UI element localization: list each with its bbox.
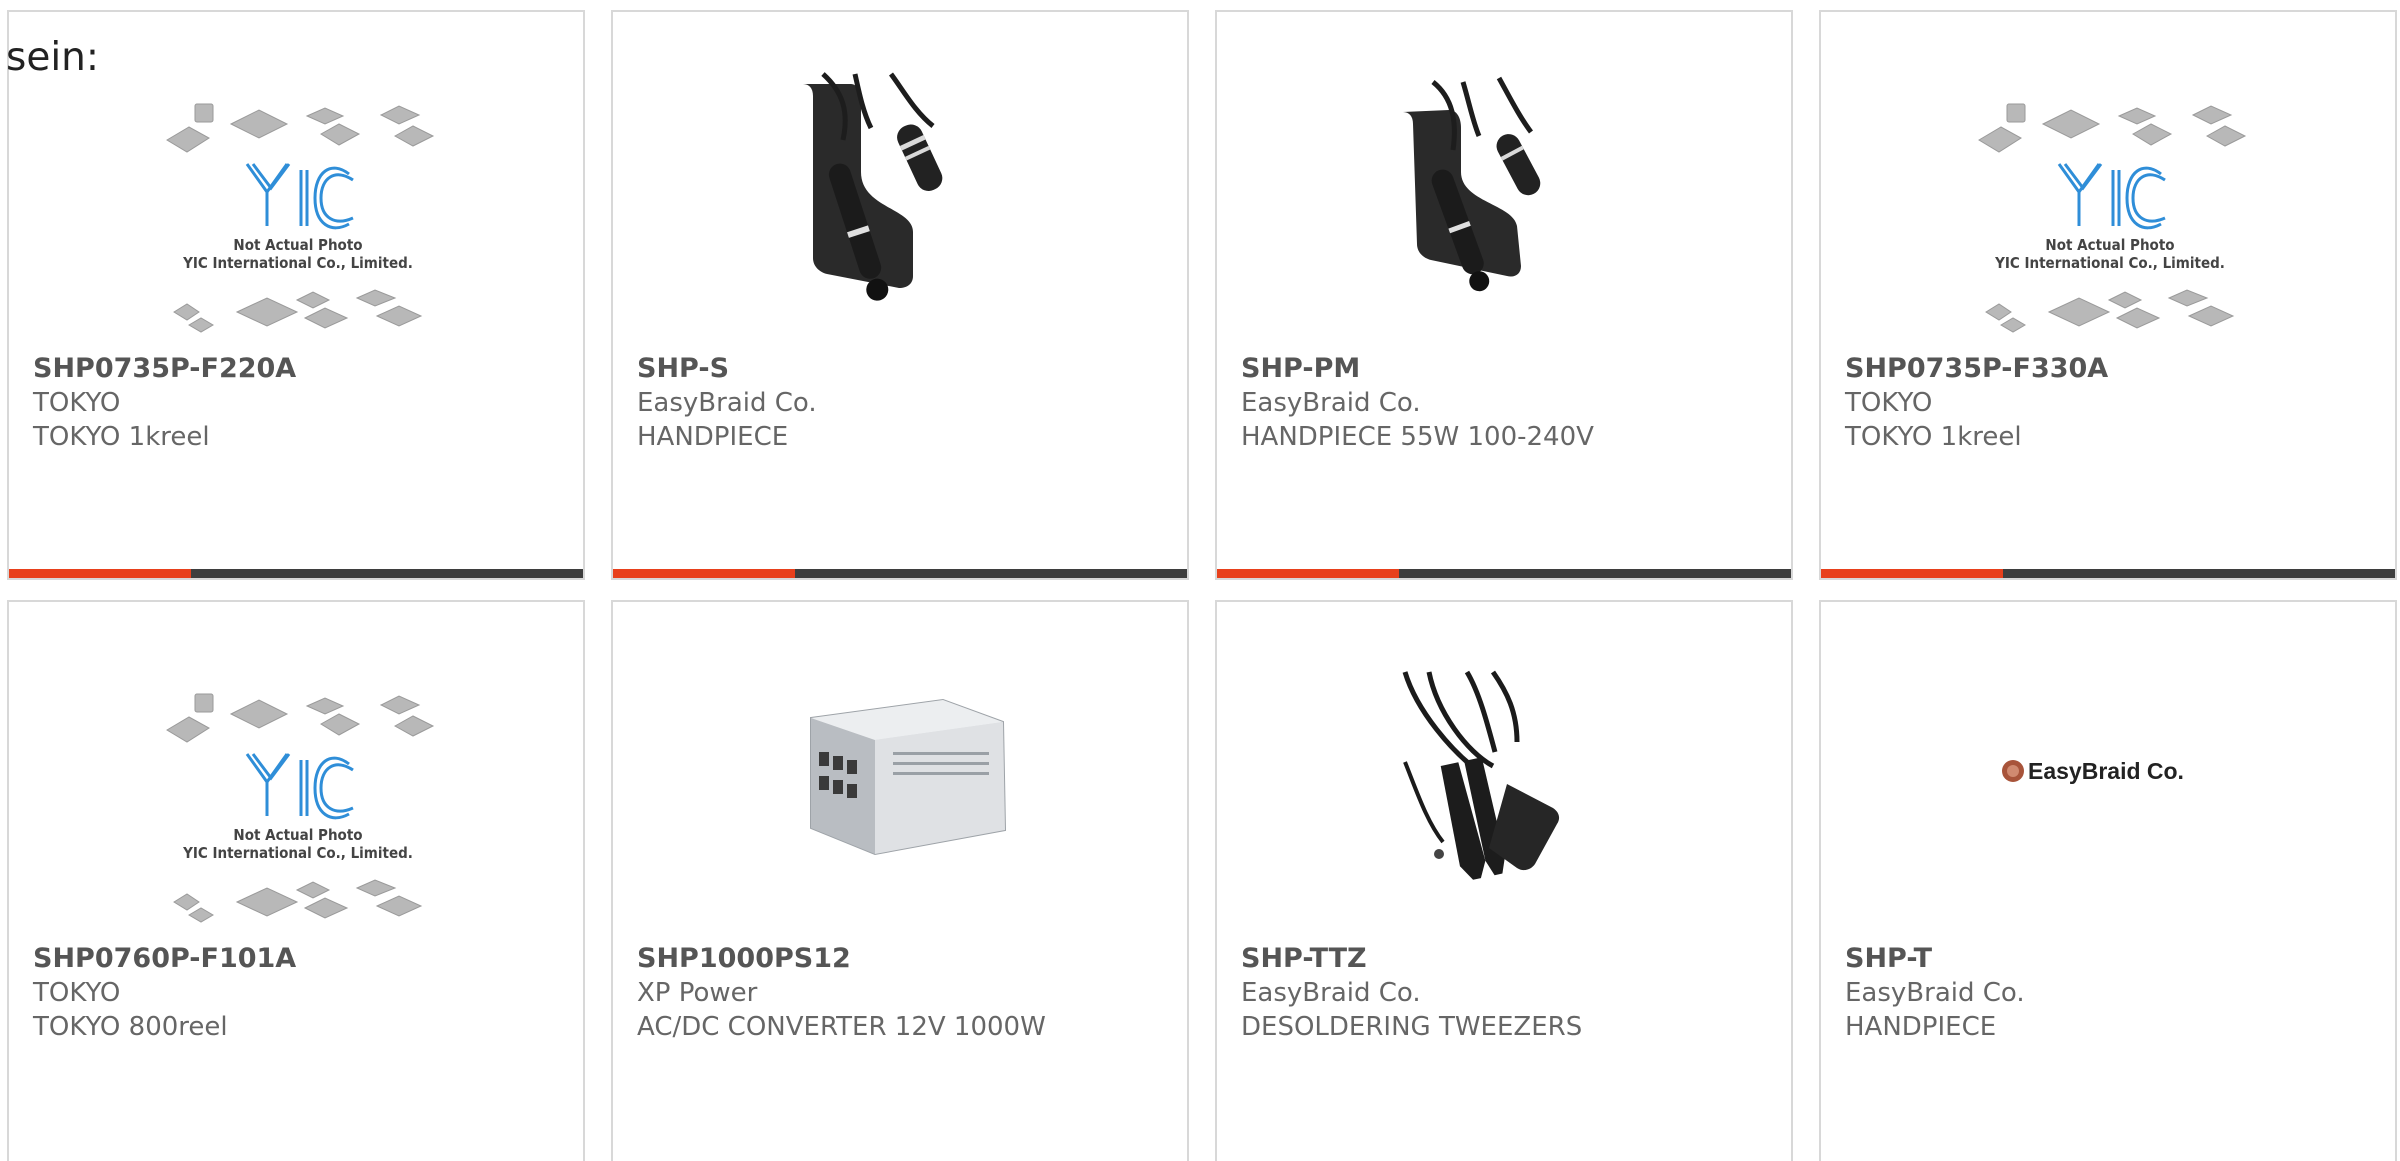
product-image[interactable]: EasyBraid Co.: [1821, 602, 2395, 942]
easybraid-logo: EasyBraid Co.: [2002, 758, 2184, 784]
product-card[interactable]: SHP-S EasyBraid Co. HANDPIECE: [611, 10, 1189, 580]
yic-logo-icon: [2057, 163, 2166, 230]
manufacturer: EasyBraid Co.: [1241, 978, 1421, 1008]
manufacturer: XP Power: [637, 978, 758, 1008]
accent-bar: [9, 569, 191, 578]
product-grid-page: sein: Not Actual Photo YIC International…: [0, 0, 2400, 1161]
yic-logo-icon: [245, 753, 354, 820]
manufacturer: EasyBraid Co.: [1845, 978, 2025, 1008]
product-image[interactable]: [613, 12, 1187, 352]
product-card[interactable]: SHP-TTZ EasyBraid Co. DESOLDERING TWEEZE…: [1215, 600, 1793, 1161]
handpiece-photo: [1403, 76, 1541, 292]
part-number-link[interactable]: SHP0735P-F220A: [33, 352, 573, 386]
manufacturer: TOKYO: [33, 388, 121, 418]
part-number-link[interactable]: SHP1000PS12: [637, 942, 1177, 976]
product-image[interactable]: [613, 602, 1187, 942]
yic-logo-icon: [245, 163, 354, 230]
brand-logo-text: EasyBraid Co.: [2028, 758, 2184, 784]
accent-bar: [1217, 569, 1399, 578]
description: AC/DC CONVERTER 12V 1000W: [637, 1012, 1046, 1042]
product-card[interactable]: EasyBraid Co. SHP-T EasyBraid Co. HANDPI…: [1819, 600, 2397, 1161]
product-image[interactable]: Not Actual Photo YIC International Co., …: [1821, 12, 2395, 352]
product-card[interactable]: Not Actual Photo YIC International Co., …: [7, 10, 585, 580]
manufacturer: TOKYO: [33, 978, 121, 1008]
placeholder-caption-line2: YIC International Co., Limited.: [182, 844, 413, 862]
part-number-link[interactable]: SHP-T: [1845, 942, 2385, 976]
tweezers-photo: [1402, 670, 1560, 880]
manufacturer: EasyBraid Co.: [637, 388, 817, 418]
card-bottom-bar: [613, 569, 1187, 578]
product-card[interactable]: SHP1000PS12 XP Power AC/DC CONVERTER 12V…: [611, 600, 1189, 1161]
placeholder-caption-line1: Not Actual Photo: [233, 236, 362, 254]
card-bottom-bar: [1821, 569, 2395, 578]
card-bottom-bar: [9, 569, 583, 578]
description: TOKYO 800reel: [33, 1012, 228, 1042]
part-number-link[interactable]: SHP-S: [637, 352, 1177, 386]
description: TOKYO 1kreel: [33, 422, 210, 452]
description: DESOLDERING TWEEZERS: [1241, 1012, 1583, 1042]
yic-placeholder-image: Not Actual Photo YIC International Co., …: [1978, 103, 2247, 333]
manufacturer: TOKYO: [1845, 388, 1933, 418]
placeholder-caption-line1: Not Actual Photo: [2045, 236, 2174, 254]
card-bottom-bar: [1217, 569, 1791, 578]
description: HANDPIECE: [637, 422, 789, 452]
placeholder-caption-line2: YIC International Co., Limited.: [182, 254, 413, 272]
product-card[interactable]: Not Actual Photo YIC International Co., …: [7, 600, 585, 1161]
intro-text: sein:: [6, 35, 100, 80]
product-image[interactable]: [1217, 12, 1791, 352]
yic-placeholder-image: Not Actual Photo YIC International Co., …: [166, 693, 435, 923]
product-image[interactable]: [1217, 602, 1791, 942]
power-supply-photo: [810, 698, 1007, 856]
description: TOKYO 1kreel: [1845, 422, 2022, 452]
description: HANDPIECE: [1845, 1012, 1997, 1042]
part-number-link[interactable]: SHP0735P-F330A: [1845, 352, 2385, 386]
product-image[interactable]: Not Actual Photo YIC International Co., …: [9, 602, 583, 942]
placeholder-caption-line2: YIC International Co., Limited.: [1994, 254, 2225, 272]
placeholder-caption-line1: Not Actual Photo: [233, 826, 362, 844]
product-card[interactable]: SHP-PM EasyBraid Co. HANDPIECE 55W 100-2…: [1215, 10, 1793, 580]
part-number-link[interactable]: SHP-PM: [1241, 352, 1781, 386]
accent-bar: [613, 569, 795, 578]
manufacturer: EasyBraid Co.: [1241, 388, 1421, 418]
product-card[interactable]: Not Actual Photo YIC International Co., …: [1819, 10, 2397, 580]
part-number-link[interactable]: SHP-TTZ: [1241, 942, 1781, 976]
handpiece-photo: [803, 72, 943, 301]
description: HANDPIECE 55W 100-240V: [1241, 422, 1594, 452]
part-number-link[interactable]: SHP0760P-F101A: [33, 942, 573, 976]
accent-bar: [1821, 569, 2003, 578]
